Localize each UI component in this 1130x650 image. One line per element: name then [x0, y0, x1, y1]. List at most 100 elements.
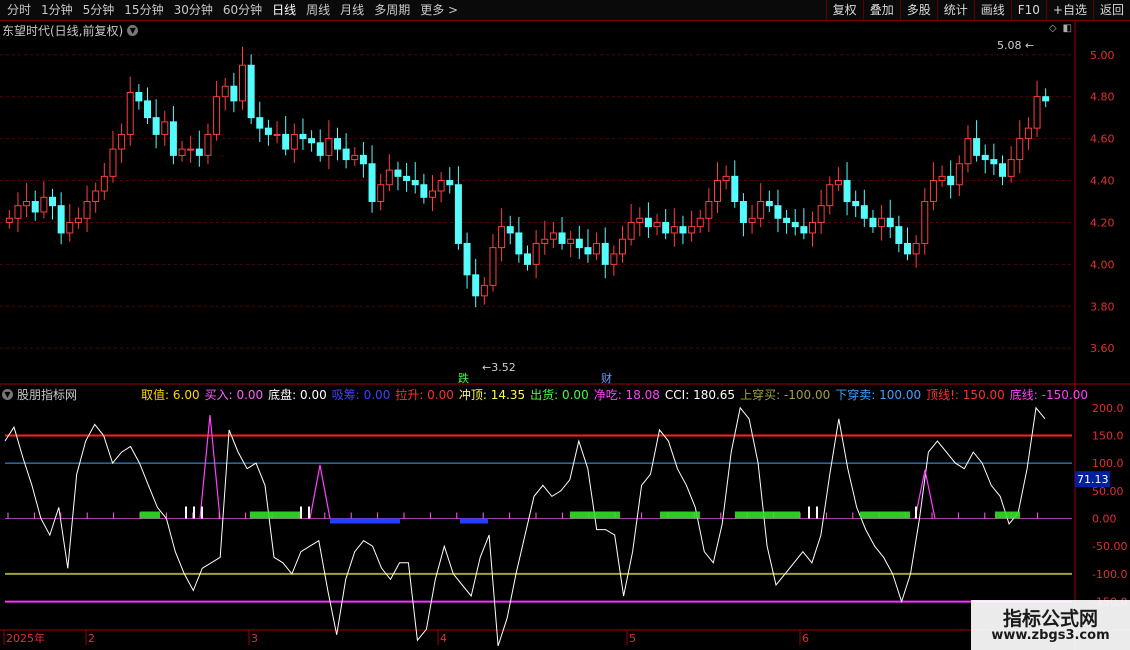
- candle-body: [619, 238, 626, 255]
- candle-body: [49, 196, 56, 207]
- candle-body: [947, 175, 955, 186]
- candle-body: [290, 133, 298, 150]
- candle-body: [498, 226, 506, 249]
- candle-body: [92, 190, 100, 202]
- candle-body: [783, 217, 791, 223]
- candle-body: [826, 184, 834, 207]
- candle-body: [178, 148, 186, 156]
- candle-body: [454, 184, 462, 244]
- candle-body: [921, 201, 929, 244]
- white-bar: [808, 506, 810, 519]
- candle-body: [696, 217, 704, 228]
- candle-body: [834, 180, 842, 186]
- candle-body: [264, 127, 272, 135]
- candle-body: [429, 190, 436, 198]
- indicator-tick-label: 200.0: [1092, 402, 1124, 415]
- price-tick-label: 4.20: [1090, 216, 1115, 229]
- candle-body: [912, 242, 920, 255]
- candle-body: [161, 121, 169, 135]
- candle-body: [351, 154, 359, 161]
- indicator-param-5: 冲顶: 14.35: [458, 388, 526, 402]
- indicator-tick-label: -100.0: [1092, 568, 1127, 581]
- candle-body: [593, 242, 601, 255]
- indicator-params: 取值: 6.00 买入: 0.00 底盘: 0.00 吸筹: 0.00 拉升: 0.00…: [141, 386, 1093, 403]
- candle-body: [489, 247, 497, 286]
- blue-block: [460, 518, 488, 524]
- candle-body: [221, 85, 229, 98]
- indicator-param-10: 下穿卖: 100.00: [835, 388, 922, 402]
- candle-body: [83, 201, 91, 219]
- indicator-param-4: 拉升: 0.00: [395, 388, 454, 402]
- candle-body: [135, 92, 143, 102]
- candle-body: [282, 133, 290, 150]
- indicator-param-0: 取值: 6.00: [141, 388, 200, 402]
- candle-body: [878, 217, 886, 228]
- candle-body: [152, 117, 160, 135]
- candle-body: [515, 232, 523, 255]
- watermark-logo: 指标公式网 www.zbgs3.com: [971, 600, 1130, 650]
- indicator-param-3: 吸筹: 0.00: [331, 388, 391, 402]
- candle-body: [126, 92, 134, 135]
- candle-body: [843, 180, 851, 203]
- candle-body: [325, 138, 333, 156]
- blue-block: [330, 518, 400, 524]
- indicator-title: 股朋指标网: [17, 388, 78, 402]
- candle-body: [31, 201, 39, 213]
- white-bar: [915, 506, 917, 519]
- candle-body: [636, 217, 644, 223]
- price-tick-label: 4.00: [1090, 258, 1115, 271]
- price-tick-label: 4.40: [1090, 175, 1115, 188]
- chevron-down-icon[interactable]: ▼: [2, 389, 13, 400]
- candle-body: [524, 253, 531, 265]
- candle-body: [213, 96, 221, 135]
- chevron-down-icon[interactable]: ▼: [127, 25, 139, 36]
- candle-body: [757, 201, 765, 219]
- candle-body: [411, 180, 419, 186]
- candle-body: [644, 217, 652, 228]
- candle-body: [532, 242, 540, 265]
- candle-body: [480, 284, 488, 297]
- time-tick-label: 4: [440, 632, 447, 645]
- candle-body: [23, 201, 31, 207]
- cursor-value: 71.13: [1077, 473, 1109, 486]
- green-block: [140, 511, 160, 519]
- candle-body: [472, 274, 480, 297]
- candle-body: [904, 242, 911, 255]
- candle-body: [938, 175, 946, 182]
- candle-body: [964, 138, 972, 165]
- white-bar: [300, 506, 302, 519]
- candle-body: [359, 154, 367, 165]
- candle-body: [860, 205, 868, 219]
- candle-body: [722, 175, 730, 182]
- candle-body: [705, 201, 713, 219]
- candle-body: [610, 253, 618, 265]
- low-price-label: ←3.52: [482, 361, 516, 374]
- time-tick-label: 6: [802, 632, 809, 645]
- white-bar: [193, 506, 195, 519]
- price-tick-label: 3.60: [1090, 342, 1115, 355]
- window-toggle-icon[interactable]: ◧: [1063, 23, 1072, 34]
- green-block: [570, 511, 620, 519]
- candle-body: [420, 184, 428, 198]
- candle-body: [273, 133, 281, 136]
- candle-body: [549, 232, 557, 240]
- white-bar: [308, 506, 310, 519]
- candle-body: [5, 217, 13, 223]
- diamond-icon[interactable]: ◇: [1049, 23, 1057, 34]
- time-tick-label: 3: [251, 632, 258, 645]
- candle-body: [869, 217, 877, 228]
- candle-body: [774, 205, 782, 219]
- price-tick-label: 4.60: [1090, 133, 1115, 146]
- candle-body: [886, 217, 894, 228]
- candle-body: [662, 221, 670, 234]
- candle-body: [999, 163, 1006, 177]
- candle-body: [169, 121, 177, 156]
- candle-body: [316, 142, 324, 156]
- stock-title-text: 东望时代(日线,前复权): [2, 24, 124, 38]
- green-block: [860, 511, 910, 519]
- candle-body: [670, 226, 678, 234]
- candle-body: [74, 217, 82, 223]
- event-tag-0: 跌: [458, 371, 469, 385]
- kline-chart[interactable]: 5.00 4.80 4.60 4.40 4.20 4.00 3.80 3.60 5.08 ← ←3…: [0, 0, 1130, 650]
- candle-body: [57, 205, 65, 234]
